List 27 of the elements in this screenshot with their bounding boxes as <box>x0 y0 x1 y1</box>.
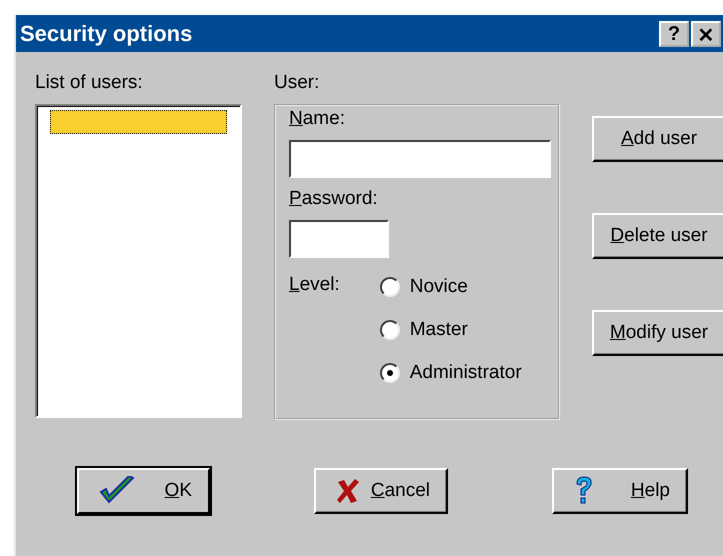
close-button[interactable]: ✕ <box>691 20 721 46</box>
group-label: User: <box>274 72 320 95</box>
field-label: Level: <box>289 274 340 297</box>
radio-icon[interactable] <box>380 320 400 340</box>
dialog-button[interactable]: Help <box>552 468 688 514</box>
name-field[interactable] <box>289 140 551 178</box>
list-item[interactable] <box>50 110 227 134</box>
field-label: Password: <box>289 188 379 211</box>
dialog-button[interactable]: Cancel <box>314 468 448 514</box>
list-label: List of users: <box>35 72 144 95</box>
action-button[interactable]: Add user <box>592 116 723 162</box>
radio-icon[interactable] <box>380 277 400 297</box>
radio-icon[interactable] <box>380 363 400 383</box>
window-title: Security options <box>20 20 194 46</box>
question-mark-icon <box>574 476 594 506</box>
action-button[interactable]: Modify user <box>592 310 723 356</box>
dialog-button[interactable]: OK <box>77 468 210 514</box>
field-label: Name: <box>289 108 346 131</box>
users-list[interactable] <box>35 104 242 418</box>
radio-option[interactable]: Novice <box>380 274 522 300</box>
radio-option[interactable]: Master <box>380 317 522 343</box>
cross-icon <box>336 478 360 504</box>
password-field[interactable] <box>289 220 389 258</box>
radio-option[interactable]: Administrator <box>380 360 522 386</box>
help-button[interactable]: ? <box>659 20 689 46</box>
checkmark-icon <box>99 476 135 506</box>
action-button[interactable]: Delete user <box>592 213 723 259</box>
